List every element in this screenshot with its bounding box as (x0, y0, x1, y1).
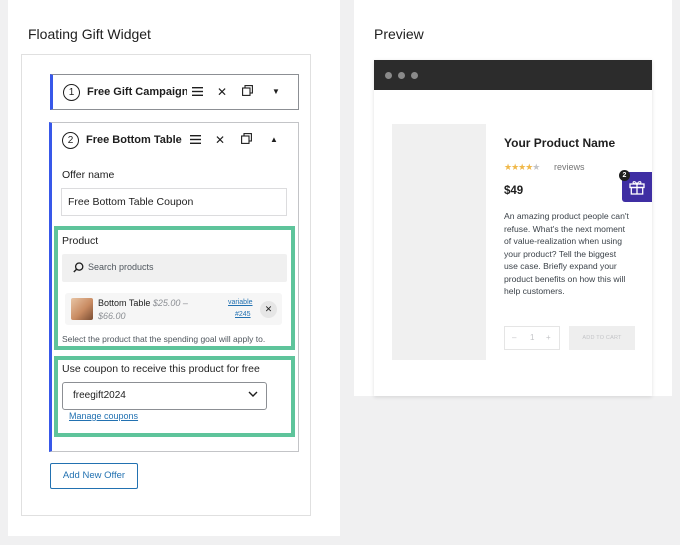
qty-value: 1 (530, 333, 535, 342)
drag-handle-icon[interactable] (189, 84, 205, 100)
product-label: Product (62, 235, 99, 247)
gift-count-badge: 2 (619, 170, 630, 181)
add-to-cart-button[interactable]: ADD TO CART (569, 326, 635, 350)
qty-minus[interactable]: – (512, 333, 516, 342)
product-description: An amazing product people can't refuse. … (504, 211, 629, 296)
add-new-offer-button[interactable]: Add New Offer (50, 463, 138, 489)
product-id-link[interactable]: #245 (235, 311, 251, 318)
product-name: Bottom Table (98, 298, 151, 308)
chevron-up-icon[interactable]: ▲ (266, 132, 282, 148)
product-search[interactable]: Search products (62, 254, 287, 282)
coupon-label: Use coupon to receive this product for f… (62, 363, 260, 375)
product-help-text: Select the product that the spending goa… (62, 334, 266, 344)
reviews-label: reviews (554, 162, 585, 172)
offer-title: Free Gift Campaign (87, 86, 187, 98)
search-icon (73, 262, 84, 273)
rating-stars-icon: ★★★★★ (504, 162, 540, 173)
window-dot-icon (398, 72, 405, 79)
selected-product: Bottom Table $25.00 – $66.00 variable #2… (65, 293, 282, 325)
star-filled-icon: ★★★★ (504, 162, 533, 172)
product-thumbnail (71, 298, 93, 320)
product-title: Your Product Name (504, 136, 616, 150)
settings-title: Floating Gift Widget (28, 26, 151, 42)
offer-name-label: Offer name (62, 169, 115, 181)
product-price-to: $66.00 (98, 311, 126, 321)
product-image-placeholder (392, 124, 486, 360)
browser-bar (374, 60, 652, 90)
offer-header-1[interactable]: 1 Free Gift Campaign ✕ ▼ (50, 74, 299, 110)
star-empty-icon: ★ (532, 162, 540, 172)
duplicate-icon[interactable] (239, 84, 255, 100)
product-type-link[interactable]: variable (228, 299, 253, 306)
manage-coupons-link[interactable]: Manage coupons (69, 411, 138, 421)
search-placeholder: Search products (88, 262, 154, 272)
quantity-stepper[interactable]: – 1 + (504, 326, 560, 350)
chevron-down-icon[interactable]: ▼ (268, 84, 284, 100)
drag-handle-icon[interactable] (187, 132, 203, 148)
offer-title: Free Bottom Table C (86, 134, 182, 146)
remove-product-button[interactable]: ✕ (260, 301, 277, 318)
preview-title: Preview (374, 26, 424, 42)
close-icon[interactable]: ✕ (212, 132, 228, 148)
duplicate-icon[interactable] (238, 132, 254, 148)
gift-icon (629, 181, 645, 195)
window-dot-icon (385, 72, 392, 79)
offer-number: 1 (63, 84, 80, 101)
offer-number: 2 (62, 132, 79, 149)
coupon-select-value: freegift2024 (73, 390, 126, 401)
close-icon[interactable]: ✕ (214, 84, 230, 100)
product-price-from: $25.00 – (152, 298, 188, 308)
coupon-select[interactable]: freegift2024 (62, 382, 267, 410)
chevron-down-icon (248, 390, 258, 401)
product-price: $49 (504, 185, 524, 197)
qty-plus[interactable]: + (546, 333, 551, 342)
offer-name-input[interactable]: Free Bottom Table Coupon (61, 188, 287, 216)
window-dot-icon (411, 72, 418, 79)
